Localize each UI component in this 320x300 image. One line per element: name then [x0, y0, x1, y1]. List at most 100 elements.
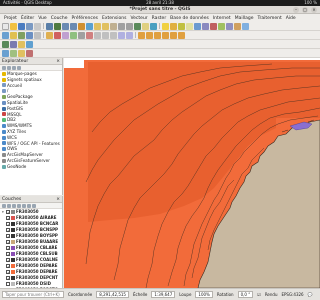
- layer-visibility-checkbox[interactable]: [6, 210, 10, 215]
- messages-icon[interactable]: 💬: [308, 292, 313, 297]
- menu-maillage[interactable]: Maillage: [233, 16, 256, 21]
- open-project-icon[interactable]: [10, 22, 17, 30]
- save-edits-icon[interactable]: [54, 31, 61, 39]
- zoom-in-icon[interactable]: [62, 22, 69, 30]
- show-labels-icon[interactable]: [154, 31, 161, 39]
- add-postgis-icon[interactable]: [26, 49, 33, 57]
- annotation-icon[interactable]: [226, 22, 233, 30]
- layer-visibility-checkbox[interactable]: [6, 240, 10, 245]
- menu-aide[interactable]: Aide: [284, 16, 298, 21]
- label-tool-icon[interactable]: [138, 31, 145, 39]
- crs-button[interactable]: EPSG:4326: [281, 292, 303, 297]
- zoom-last-icon[interactable]: [118, 22, 125, 30]
- pin-labels-icon[interactable]: [146, 31, 153, 39]
- menu-base-de-donnees[interactable]: Base de données: [168, 16, 211, 21]
- layer-visibility-checkbox[interactable]: [6, 252, 10, 257]
- paste-features-icon[interactable]: [110, 31, 117, 39]
- menu-internet[interactable]: Internet: [211, 16, 233, 21]
- digitize-icon[interactable]: [62, 31, 69, 39]
- print-layout-icon[interactable]: [34, 22, 41, 30]
- scale-field[interactable]: 1:39,647: [151, 291, 176, 298]
- zoom-full-icon[interactable]: [86, 22, 93, 30]
- rotate-label-icon[interactable]: [170, 31, 177, 39]
- copy-features-icon[interactable]: [102, 31, 109, 39]
- change-label-icon[interactable]: [178, 31, 185, 39]
- magnifier-field[interactable]: 100%: [195, 291, 213, 298]
- layer-visibility-checkbox[interactable]: [6, 258, 10, 263]
- add-group-icon[interactable]: [7, 204, 11, 208]
- select-features-icon[interactable]: [170, 22, 177, 30]
- expand-arrow-icon[interactable]: ▾: [2, 209, 5, 215]
- filter-legend-icon[interactable]: [17, 204, 21, 208]
- menu-vue[interactable]: Vue: [36, 16, 48, 21]
- plugin-icon[interactable]: [26, 40, 33, 48]
- enable-properties-icon[interactable]: [17, 66, 21, 70]
- cut-features-icon[interactable]: [94, 31, 101, 39]
- python-console-icon[interactable]: [2, 40, 9, 48]
- open-styling-icon[interactable]: [2, 204, 6, 208]
- menu-extensions[interactable]: Extensions: [100, 16, 128, 21]
- add-feature-icon[interactable]: [70, 31, 77, 39]
- layer-visibility-checkbox[interactable]: [6, 270, 10, 275]
- new-geopackage-layer-icon[interactable]: [10, 31, 17, 39]
- coordinate-field[interactable]: 8,291,42,515: [96, 291, 129, 298]
- layer-visibility-checkbox[interactable]: [6, 216, 10, 221]
- remove-layer-icon[interactable]: [32, 204, 36, 208]
- new-project-icon[interactable]: [2, 22, 9, 30]
- refresh-icon[interactable]: [150, 22, 157, 30]
- add-delimited-text-icon[interactable]: [18, 49, 25, 57]
- new-map-view-icon[interactable]: [134, 22, 141, 30]
- vertex-tool-icon[interactable]: [78, 31, 85, 39]
- menu-preferences[interactable]: Préférences: [70, 16, 100, 21]
- menu-traitement[interactable]: Traitement: [255, 16, 283, 21]
- layer-visibility-checkbox[interactable]: [6, 222, 10, 227]
- layer-visibility-checkbox[interactable]: [6, 282, 10, 286]
- attribute-table-icon[interactable]: [194, 22, 201, 30]
- toggle-editing-icon[interactable]: [46, 31, 53, 39]
- filter-icon[interactable]: [7, 66, 11, 70]
- field-calculator-icon[interactable]: [202, 22, 209, 30]
- layer-visibility-checkbox[interactable]: [6, 234, 10, 239]
- manage-visibility-icon[interactable]: [12, 204, 16, 208]
- select-by-expression-icon[interactable]: [178, 22, 185, 30]
- rotation-field[interactable]: 0,0 °: [237, 291, 254, 298]
- statistics-icon[interactable]: [210, 22, 217, 30]
- redo-icon[interactable]: [126, 31, 133, 39]
- close-icon[interactable]: ×: [311, 7, 317, 13]
- identify-icon[interactable]: [162, 22, 169, 30]
- map-canvas[interactable]: [64, 58, 320, 288]
- menu-raster[interactable]: Raster: [150, 16, 169, 21]
- locator-search-input[interactable]: [2, 291, 64, 298]
- layer-visibility-checkbox[interactable]: [6, 246, 10, 251]
- menu-projet[interactable]: Projet: [2, 16, 19, 21]
- measure-icon[interactable]: [218, 22, 225, 30]
- browser-item[interactable]: GeoNode: [0, 164, 62, 170]
- layer-visibility-checkbox[interactable]: [6, 276, 10, 281]
- zoom-layer-icon[interactable]: [102, 22, 109, 30]
- processing-toolbox-icon[interactable]: [10, 40, 17, 48]
- menu-editer[interactable]: Éditer: [19, 16, 36, 21]
- add-vector-layer-icon[interactable]: [2, 49, 9, 57]
- collapse-all-icon[interactable]: [12, 66, 16, 70]
- maximize-icon[interactable]: □: [302, 7, 308, 13]
- deselect-icon[interactable]: [186, 22, 193, 30]
- expand-all-icon[interactable]: [22, 204, 26, 208]
- undo-icon[interactable]: [118, 31, 125, 39]
- render-checkbox[interactable]: ☑: [257, 292, 261, 297]
- zoom-native-icon[interactable]: [110, 22, 117, 30]
- new-temporary-layer-icon[interactable]: [34, 31, 41, 39]
- zoom-selection-icon[interactable]: [94, 22, 101, 30]
- move-label-icon[interactable]: [162, 31, 169, 39]
- map-tips-icon[interactable]: [234, 22, 241, 30]
- save-as-icon[interactable]: [26, 22, 33, 30]
- zoom-next-icon[interactable]: [126, 22, 133, 30]
- save-project-icon[interactable]: [18, 22, 25, 30]
- delete-selected-icon[interactable]: [86, 31, 93, 39]
- refresh-icon[interactable]: [2, 66, 6, 70]
- menu-vecteur[interactable]: Vecteur: [128, 16, 149, 21]
- layer-styling-icon[interactable]: [18, 40, 25, 48]
- zoom-out-icon[interactable]: [70, 22, 77, 30]
- bookmark-icon[interactable]: [242, 22, 249, 30]
- pan-to-selection-icon[interactable]: [54, 22, 61, 30]
- collapse-all-icon[interactable]: [27, 204, 31, 208]
